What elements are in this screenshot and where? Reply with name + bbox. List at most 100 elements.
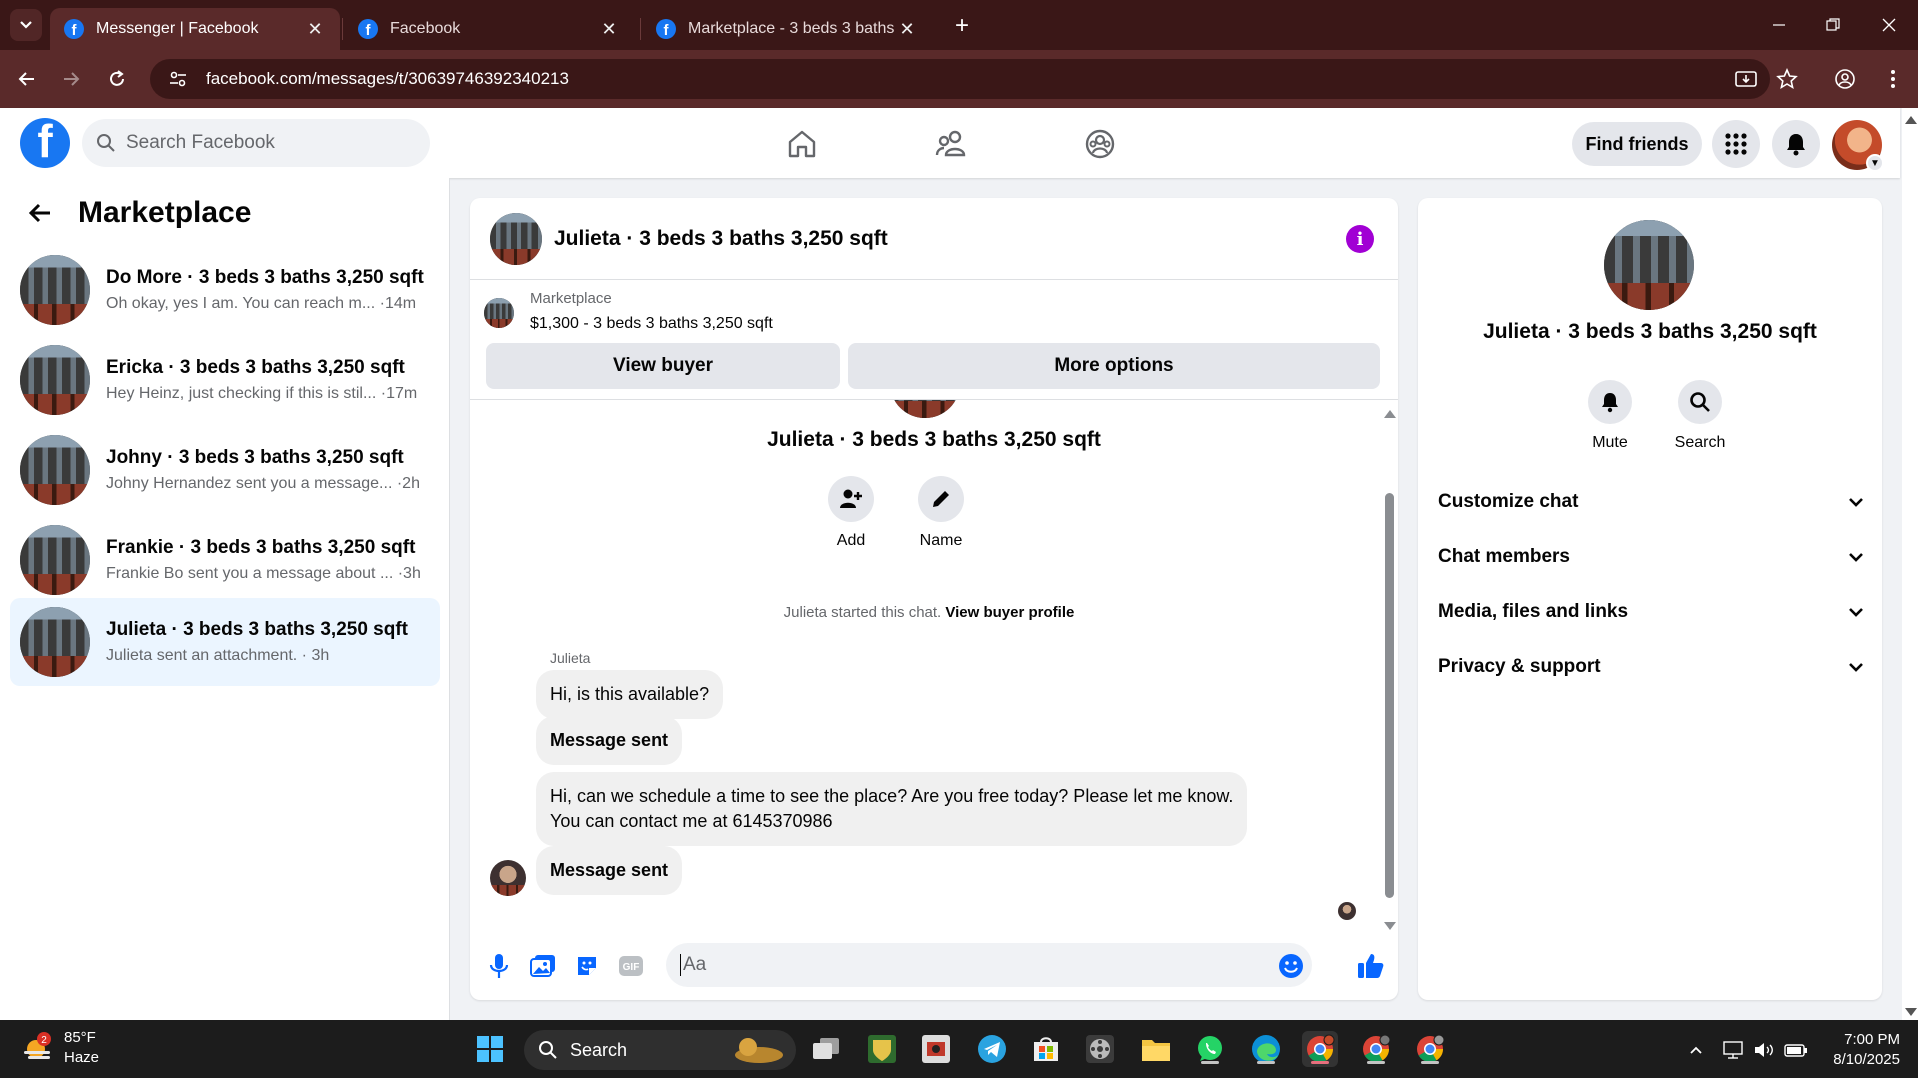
view-buyer-button[interactable]: View buyer [486, 343, 840, 389]
conversation-item[interactable]: Johny · 3 beds 3 baths 3,250 sqft Johny … [10, 426, 440, 514]
nav-home[interactable] [780, 122, 824, 166]
message-input-box[interactable] [666, 943, 1312, 987]
search-action[interactable]: Search [1660, 380, 1740, 452]
more-options-button[interactable]: More options [848, 343, 1380, 389]
taskbar-app-file-explorer[interactable] [1138, 1031, 1174, 1067]
facebook-logo[interactable]: f [20, 118, 70, 168]
browser-tab-messenger[interactable]: f Messenger | Facebook ✕ [50, 8, 340, 50]
gif-button[interactable]: GIF [616, 951, 646, 981]
task-view-button[interactable] [808, 1031, 844, 1067]
message-text: Hi, can we schedule a time to see the pl… [550, 786, 1234, 806]
like-button[interactable] [1356, 951, 1386, 981]
chat-thumbnail[interactable] [490, 212, 542, 265]
facebook-search[interactable] [82, 119, 430, 167]
message-input[interactable] [680, 954, 1240, 976]
taskbar-app-edge[interactable] [1248, 1031, 1284, 1067]
scroll-down-icon[interactable] [1384, 922, 1396, 930]
pencil-icon [933, 491, 949, 507]
privacy-support-section[interactable]: Privacy & support [1438, 647, 1868, 687]
conversation-item[interactable]: Frankie · 3 beds 3 baths 3,250 sqft Fran… [10, 516, 440, 604]
taskbar-app-chrome-active[interactable] [1302, 1031, 1338, 1067]
voice-clip-button[interactable] [484, 951, 514, 981]
minimize-button[interactable] [1756, 10, 1802, 40]
site-info-icon[interactable] [164, 65, 192, 93]
attach-photo-button[interactable] [528, 951, 558, 981]
scroll-thumb[interactable] [1385, 493, 1394, 898]
message-text: Message sent [550, 730, 669, 750]
customize-chat-section[interactable]: Customize chat [1438, 482, 1868, 522]
taskbar-app-telegram[interactable] [974, 1031, 1010, 1067]
contact-avatar[interactable] [1604, 220, 1694, 310]
taskbar-search[interactable]: Search [524, 1030, 796, 1070]
menu-button[interactable] [1712, 120, 1760, 168]
groups-icon [1085, 129, 1115, 159]
conversation-item[interactable]: Ericka · 3 beds 3 baths 3,250 sqft Hey H… [10, 336, 440, 424]
message-bubble[interactable]: Message sent [536, 846, 683, 895]
chrome-menu-button[interactable] [1878, 64, 1908, 94]
taskbar-app-store[interactable] [1028, 1031, 1064, 1067]
bookmark-button[interactable] [1772, 64, 1802, 94]
tab-search-button[interactable] [10, 9, 42, 41]
chat-members-section[interactable]: Chat members [1438, 537, 1868, 577]
emoji-button[interactable] [1276, 951, 1306, 981]
system-clock[interactable]: 7:00 PM 8/10/2025 [1818, 1030, 1900, 1070]
message-bubble[interactable]: Hi, can we schedule a time to see the pl… [536, 772, 1248, 846]
close-tab-icon[interactable]: ✕ [598, 19, 620, 40]
start-button[interactable] [472, 1031, 508, 1067]
add-action[interactable]: Add [816, 476, 886, 550]
clock-date: 8/10/2025 [1833, 1051, 1900, 1068]
taskbar-app-whatsapp[interactable] [1192, 1031, 1228, 1067]
scroll-up-icon[interactable] [1384, 410, 1396, 418]
install-app-button[interactable] [1731, 64, 1761, 94]
volume-button[interactable] [1752, 1038, 1776, 1062]
photo-icon [530, 955, 555, 977]
taskbar-app-chrome-profile3[interactable] [1412, 1031, 1448, 1067]
taskbar-app-chrome-profile2[interactable] [1358, 1031, 1394, 1067]
taskbar-app-media[interactable] [1082, 1031, 1118, 1067]
weather-widget[interactable]: 2 85°F Haze [20, 1028, 99, 1068]
reload-button[interactable] [102, 64, 132, 94]
profile-button[interactable] [1830, 64, 1860, 94]
scroll-up-icon[interactable] [1905, 116, 1917, 124]
battery-button[interactable] [1784, 1038, 1808, 1062]
chat-scrollbar[interactable] [1381, 410, 1396, 930]
nav-groups[interactable] [1078, 122, 1122, 166]
sticker-button[interactable] [572, 951, 602, 981]
search-input[interactable] [126, 132, 406, 154]
close-icon [1882, 18, 1896, 32]
forward-button[interactable] [56, 64, 86, 94]
show-hidden-icons-button[interactable] [1684, 1038, 1708, 1062]
name-action[interactable]: Name [906, 476, 976, 550]
chat-panel: Julieta · 3 beds 3 baths 3,250 sqft i Ma… [470, 198, 1398, 1000]
account-avatar[interactable]: ▼ [1832, 120, 1884, 172]
media-files-links-section[interactable]: Media, files and links [1438, 592, 1868, 632]
page-scrollbar[interactable] [1902, 108, 1918, 1020]
message-bubble[interactable]: Hi, is this available? [536, 670, 724, 719]
address-bar[interactable]: facebook.com/messages/t/3063974639234021… [150, 59, 1770, 99]
section-label: Media, files and links [1438, 601, 1629, 622]
message-bubble[interactable]: Message sent [536, 716, 683, 765]
back-button[interactable] [12, 64, 42, 94]
mute-action[interactable]: Mute [1570, 380, 1650, 452]
back-arrow-icon[interactable] [24, 197, 56, 229]
taskbar-app-game[interactable] [864, 1031, 900, 1067]
notifications-button[interactable] [1772, 120, 1820, 168]
restore-button[interactable] [1810, 10, 1856, 40]
chat-title[interactable]: Julieta · 3 beds 3 baths 3,250 sqft [554, 227, 888, 251]
view-buyer-profile-link[interactable]: View buyer profile [945, 604, 1074, 621]
new-tab-button[interactable]: + [948, 12, 976, 40]
close-window-button[interactable] [1866, 10, 1912, 40]
info-icon[interactable]: i [1346, 225, 1374, 253]
scroll-down-icon[interactable] [1905, 1008, 1917, 1016]
find-friends-button[interactable]: Find friends [1572, 122, 1702, 166]
conversation-item[interactable]: Do More · 3 beds 3 baths 3,250 sqft Oh o… [10, 246, 440, 334]
taskbar-search-label: Search [570, 1039, 628, 1060]
conversation-item-active[interactable]: Julieta · 3 beds 3 baths 3,250 sqft Juli… [10, 598, 440, 686]
browser-tab-facebook[interactable]: f Facebook ✕ [344, 8, 634, 50]
browser-tab-marketplace[interactable]: f Marketplace - 3 beds 3 baths 3, ✕ [642, 8, 932, 50]
close-tab-icon[interactable]: ✕ [304, 19, 326, 40]
close-tab-icon[interactable]: ✕ [896, 19, 918, 40]
taskbar-app-roblox[interactable] [918, 1031, 954, 1067]
nav-friends[interactable] [930, 122, 974, 166]
network-button[interactable] [1722, 1038, 1746, 1062]
